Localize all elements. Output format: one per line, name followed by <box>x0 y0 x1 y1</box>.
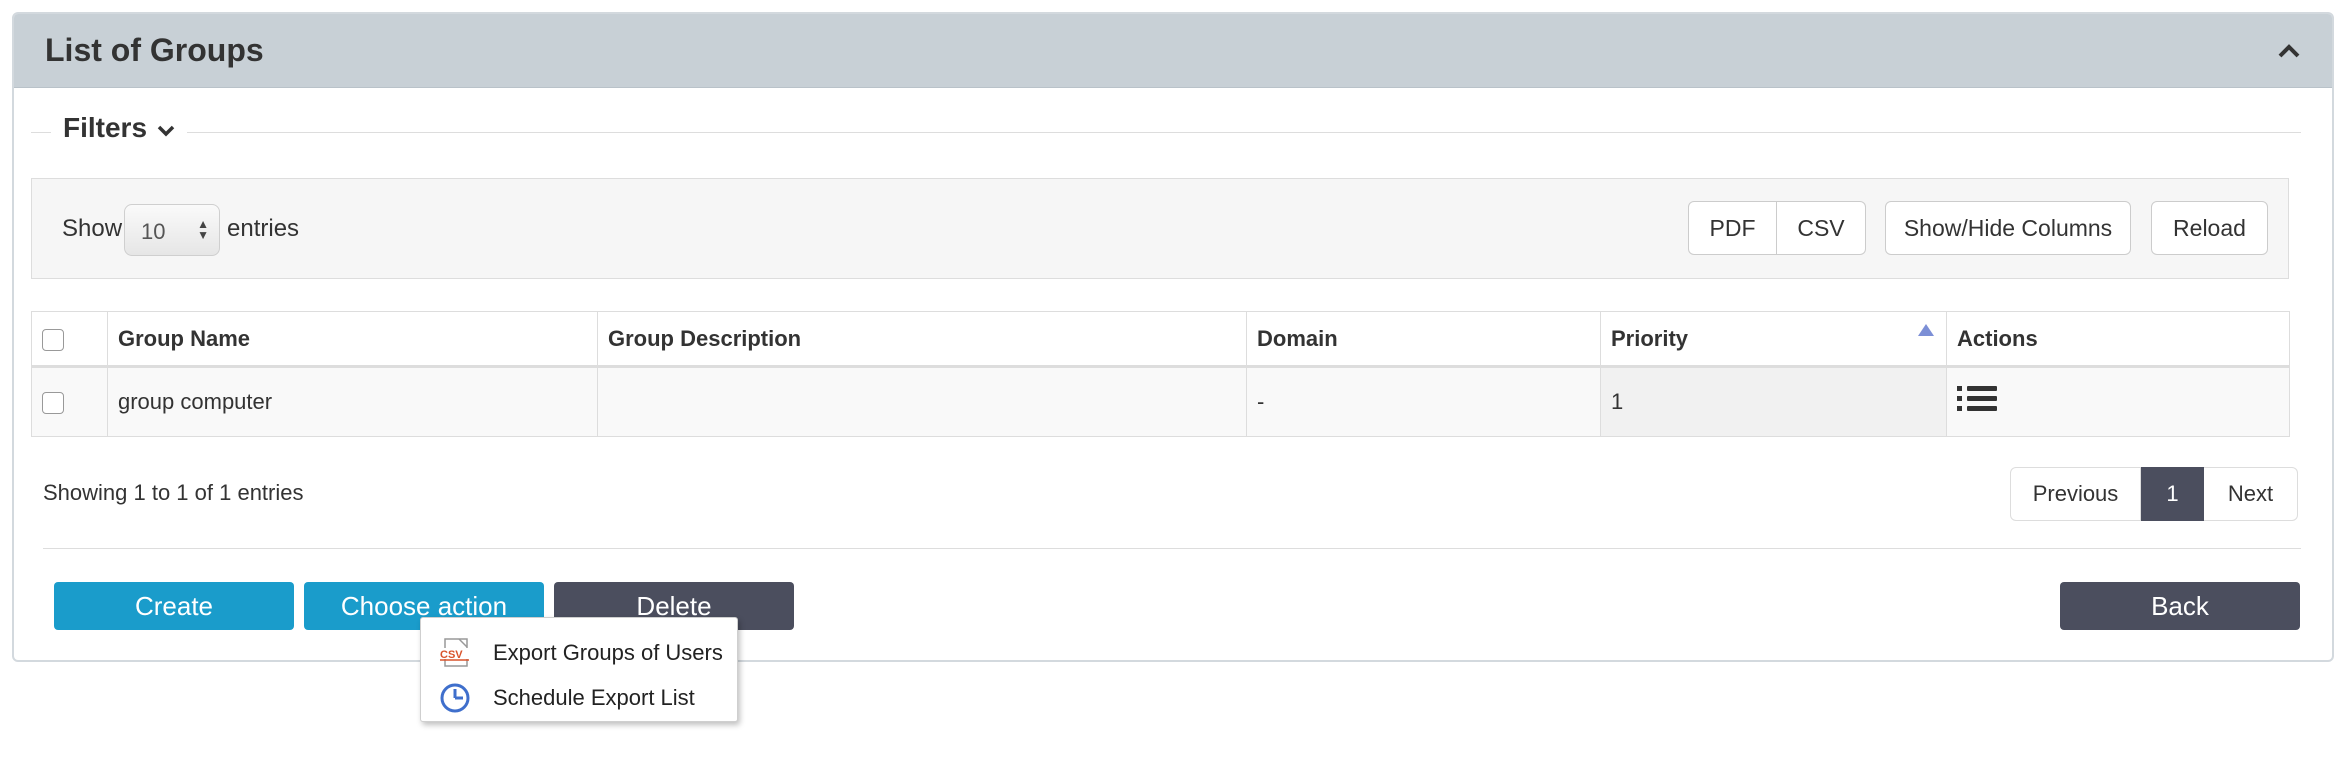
column-header-domain[interactable]: Domain <box>1246 311 1601 368</box>
svg-text:CSV: CSV <box>440 649 463 661</box>
groups-table: Group Name Group Description Domain Prio… <box>31 311 2290 437</box>
chevron-up-icon[interactable] <box>2276 38 2302 64</box>
divider <box>43 548 2301 549</box>
filters-label: Filters <box>63 112 148 143</box>
menu-item-label: Schedule Export List <box>493 684 695 710</box>
clock-icon <box>439 682 471 714</box>
pagination-previous[interactable]: Previous <box>2010 467 2141 521</box>
actions-cell <box>1946 366 2290 437</box>
column-header-priority[interactable]: Priority <box>1600 311 1947 368</box>
csv-button[interactable]: CSV <box>1777 201 1866 255</box>
column-header-group-description[interactable]: Group Description <box>597 311 1247 368</box>
select-all-header <box>31 311 108 368</box>
group-name-cell: group computer <box>107 366 598 437</box>
column-header-actions: Actions <box>1946 311 2290 368</box>
select-arrows-icon: ▲ ▼ <box>197 217 209 242</box>
entries-label: entries <box>227 215 300 242</box>
pagination-next[interactable]: Next <box>2204 467 2298 521</box>
show-hide-columns-button[interactable]: Show/Hide Columns <box>1885 201 2131 255</box>
table-header-row: Group Name Group Description Domain Prio… <box>31 311 2290 368</box>
filters-section: Filters <box>31 112 2301 152</box>
table-toolbar: Show 10 ▲ ▼ entries PDF CSV Show/Hide Col… <box>31 178 2289 279</box>
table-row: group computer - 1 <box>31 366 2290 437</box>
panel-header: List of Groups <box>14 14 2332 88</box>
menu-item-schedule-export[interactable]: Schedule Export List <box>421 675 737 720</box>
filters-toggle[interactable]: Filters <box>51 112 188 144</box>
export-button-group: PDF CSV <box>1688 201 1866 255</box>
sort-ascending-icon <box>1918 324 1934 336</box>
priority-cell: 1 <box>1600 366 1947 437</box>
pdf-button[interactable]: PDF <box>1688 201 1777 255</box>
filters-divider <box>31 132 2301 133</box>
menu-item-label: Export Groups of Users <box>493 639 723 665</box>
domain-cell: - <box>1246 366 1601 437</box>
show-label: Show <box>62 215 123 242</box>
page-title: List of Groups <box>45 32 264 68</box>
chevron-down-icon <box>157 112 175 144</box>
csv-file-icon: CSV <box>439 637 471 669</box>
columns-button-group: Show/Hide Columns <box>1885 201 2131 255</box>
row-checkbox[interactable] <box>42 392 64 415</box>
choose-action-menu: CSV Export Groups of Users Schedule Expo… <box>420 617 738 722</box>
page-length-select[interactable]: 10 ▲ ▼ <box>124 204 220 256</box>
row-select-cell <box>31 366 108 437</box>
menu-item-export-groups[interactable]: CSV Export Groups of Users <box>421 630 737 675</box>
create-button[interactable]: Create <box>54 582 294 630</box>
column-header-priority-label: Priority <box>1611 325 1689 351</box>
back-button[interactable]: Back <box>2060 582 2300 630</box>
list-menu-icon[interactable] <box>1957 384 1997 420</box>
pagination-page-current[interactable]: 1 <box>2141 467 2204 521</box>
group-description-cell <box>597 366 1247 437</box>
page-length-value: 10 <box>141 219 166 244</box>
column-header-group-name[interactable]: Group Name <box>107 311 598 368</box>
reload-button[interactable]: Reload <box>2151 201 2268 255</box>
reload-button-group: Reload <box>2151 201 2268 255</box>
select-all-checkbox[interactable] <box>42 328 64 351</box>
pagination: Previous 1 Next <box>2010 467 2298 521</box>
table-info: Showing 1 to 1 of 1 entries <box>43 480 304 505</box>
